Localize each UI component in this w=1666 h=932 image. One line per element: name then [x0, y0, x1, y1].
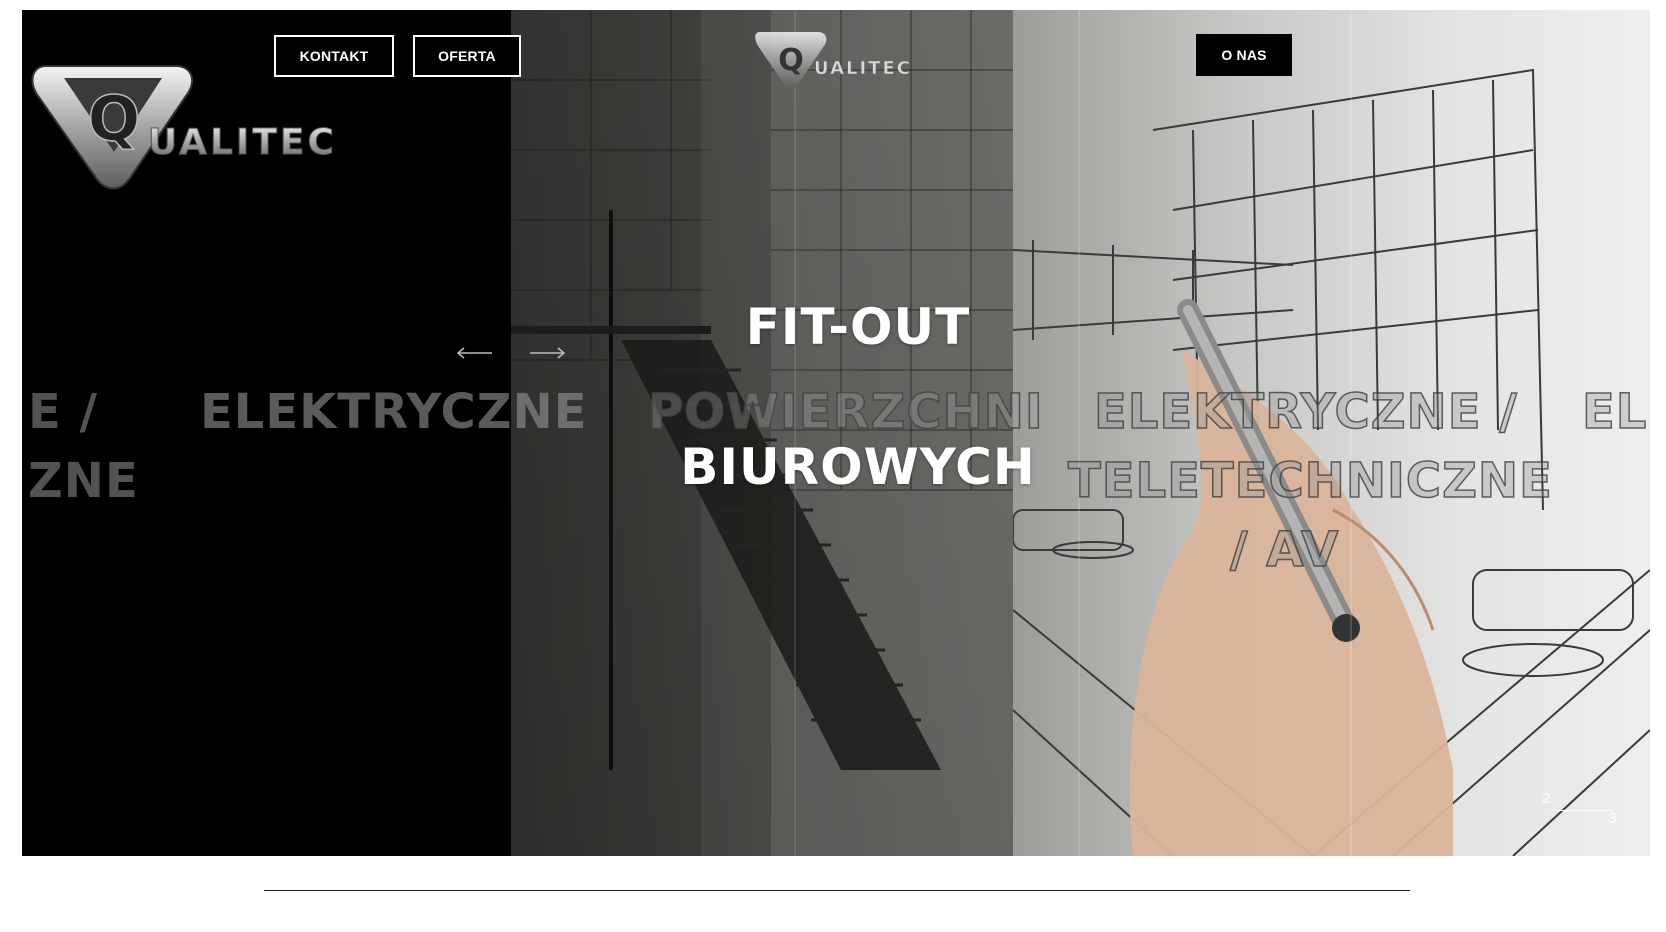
pager-current: 2 — [1542, 790, 1551, 807]
section-divider — [264, 890, 1410, 891]
svg-text:UALITEC: UALITEC — [814, 58, 912, 79]
svg-text:Q: Q — [88, 82, 141, 155]
ghost-text: POWIERZCHNI — [647, 383, 1044, 441]
kontakt-button[interactable]: KONTAKT — [274, 35, 394, 77]
o-nas-button[interactable]: O NAS — [1196, 34, 1292, 76]
oferta-button[interactable]: OFERTA — [413, 35, 521, 77]
ghost-text: ELEKTRYCZNE — [200, 384, 588, 440]
svg-text:UALITEC: UALITEC — [148, 122, 337, 163]
svg-text:Q: Q — [778, 43, 804, 78]
pager-divider — [1555, 810, 1613, 811]
pager-total: 3 — [1608, 810, 1617, 827]
qualitec-logo-small: Q UALITEC — [755, 32, 912, 89]
ghost-text: E / — [28, 384, 99, 440]
ghost-text: EL — [1581, 383, 1648, 441]
ghost-text: ZNE — [28, 453, 139, 509]
slide-headline-line2: BIUROWYCH — [680, 438, 1036, 496]
slide-headline-line1: FIT-OUT — [745, 298, 971, 356]
arrow-right-icon[interactable] — [528, 346, 566, 360]
arrow-left-icon[interactable] — [456, 346, 494, 360]
ghost-text: ELEKTRYCZNE / — [1093, 383, 1518, 441]
ghost-text: TELETECHNICZNE — [1067, 452, 1553, 510]
ghost-text: / AV — [1229, 521, 1340, 579]
hero-slider: Q UALITEC Q UALITEC KONTAKT OFERTA O NAS… — [22, 10, 1650, 856]
